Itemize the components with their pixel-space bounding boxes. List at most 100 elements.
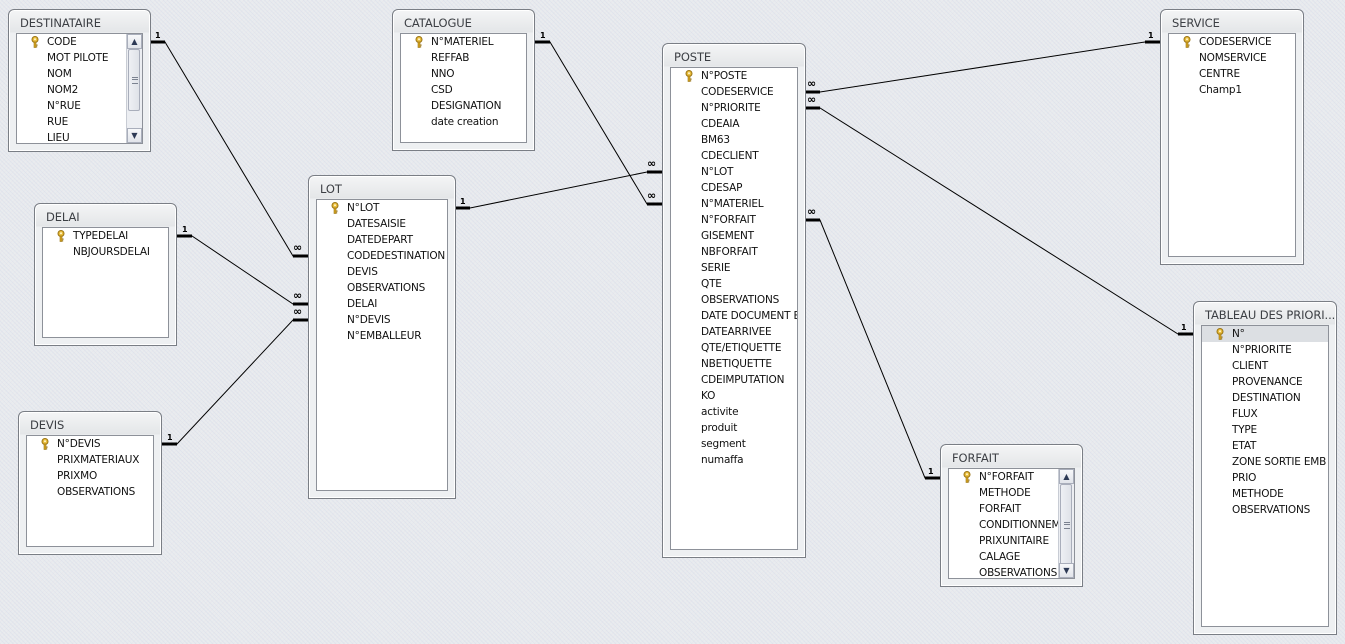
field-list[interactable]: N°LOT DATESAISIE DATEDEPART CODEDESTINATION… <box>316 199 448 491</box>
field-row[interactable]: N°DEVIS <box>317 312 447 328</box>
vertical-scrollbar[interactable]: ▲ ▼ <box>126 34 142 143</box>
field-row[interactable]: REFFAB <box>401 50 526 66</box>
field-row[interactable]: NBJOURSDELAI <box>43 244 168 260</box>
scrollbar-thumb[interactable] <box>1060 484 1072 566</box>
field-row[interactable]: CALAGE <box>949 549 1074 565</box>
field-list[interactable]: N°DEVIS PRIXMATERIAUX PRIXMO OBSERVATIONS <box>26 435 154 547</box>
field-row[interactable]: TYPEDELAI <box>43 228 168 244</box>
field-row[interactable]: CODESERVICE <box>1169 34 1295 50</box>
field-list[interactable]: N°FORFAIT METHODE FORFAIT CONDITIONNEM PRIXU… <box>948 468 1075 579</box>
field-list[interactable]: CODE MOT PILOTE NOM NOM2 N°RUE RUE LIEU ▲ ▼ <box>16 33 143 144</box>
field-row[interactable]: numaffa <box>671 452 797 468</box>
field-row[interactable]: OBSERVATIONS <box>317 280 447 296</box>
field-row[interactable]: NBETIQUETTE <box>671 356 797 372</box>
field-list[interactable]: N°POSTE CODESERVICE N°PRIORITE CDEAIA BM63 CD… <box>670 67 798 550</box>
field-row[interactable]: N°LOT <box>317 200 447 216</box>
field-row[interactable]: NOM2 <box>17 82 142 98</box>
field-row[interactable]: OBSERVATIONS <box>1202 502 1328 518</box>
field-row[interactable]: OBSERVATIONS <box>671 292 797 308</box>
field-row[interactable]: OBSERVATIONS <box>949 565 1074 578</box>
field-row[interactable]: NBFORFAIT <box>671 244 797 260</box>
field-row[interactable]: CENTRE <box>1169 66 1295 82</box>
field-row[interactable]: PRIXUNITAIRE <box>949 533 1074 549</box>
scroll-down-arrow-icon[interactable]: ▼ <box>1059 563 1074 578</box>
table-title[interactable]: DELAI <box>46 210 80 224</box>
table-title[interactable]: FORFAIT <box>952 451 999 465</box>
table-forfait[interactable]: FORFAIT N°FORFAIT METHODE FORFAIT CONDITION… <box>940 444 1083 587</box>
relationship-line-poste-tableau[interactable] <box>805 107 1193 335</box>
table-title[interactable]: SERVICE <box>1172 16 1220 30</box>
scroll-up-arrow-icon[interactable]: ▲ <box>1059 469 1074 484</box>
field-row[interactable]: QTE/ETIQUETTE <box>671 340 797 356</box>
field-row[interactable]: NOMSERVICE <box>1169 50 1295 66</box>
field-row[interactable]: N°RUE <box>17 98 142 114</box>
field-row[interactable]: FLUX <box>1202 406 1328 422</box>
field-row[interactable]: activite <box>671 404 797 420</box>
field-row[interactable]: CDESAP <box>671 180 797 196</box>
field-row[interactable]: MOT PILOTE <box>17 50 142 66</box>
field-row[interactable]: METHODE <box>1202 486 1328 502</box>
field-row[interactable]: N°DEVIS <box>27 436 153 452</box>
field-row[interactable]: Champ1 <box>1169 82 1295 98</box>
table-title[interactable]: DESTINATAIRE <box>20 16 101 30</box>
table-devis[interactable]: DEVIS N°DEVIS PRIXMATERIAUX PRIXMO OBSERVAT… <box>18 411 162 555</box>
field-row[interactable]: segment <box>671 436 797 452</box>
relationships-canvas[interactable]: 1 ∞ 1 ∞ 1 ∞ 1 ∞ 1 ∞ ∞ 1 ∞ 1 ∞ 1 DESTINAT… <box>0 0 1345 644</box>
field-row[interactable]: N°POSTE <box>671 68 797 84</box>
field-row[interactable]: N°MATERIEL <box>671 196 797 212</box>
field-row[interactable]: produit <box>671 420 797 436</box>
relationship-line-devis-lot[interactable] <box>162 319 308 445</box>
field-row[interactable]: N°MATERIEL <box>401 34 526 50</box>
table-lot[interactable]: LOT N°LOT DATESAISIE DATEDEPART CODEDESTINA… <box>308 175 456 499</box>
field-row[interactable]: DESIGNATION <box>401 98 526 114</box>
relationship-line-catalogue-poste[interactable] <box>535 41 662 205</box>
field-row[interactable]: RUE <box>17 114 142 130</box>
table-tableau-des-priorites[interactable]: TABLEAU DES PRIORI... N° N°PRIORITE CLIENT… <box>1193 301 1337 635</box>
field-row[interactable]: DATE DOCUMENT E <box>671 308 797 324</box>
field-row[interactable]: GISEMENT <box>671 228 797 244</box>
field-row[interactable]: CDEIMPUTATION <box>671 372 797 388</box>
field-row[interactable]: ETAT <box>1202 438 1328 454</box>
field-row[interactable]: PROVENANCE <box>1202 374 1328 390</box>
field-row[interactable]: NOM <box>17 66 142 82</box>
field-list[interactable]: N° N°PRIORITE CLIENT PROVENANCE DESTINATION F… <box>1201 325 1329 627</box>
field-row[interactable]: QTE <box>671 276 797 292</box>
field-row[interactable]: DEVIS <box>317 264 447 280</box>
field-row[interactable]: TYPE <box>1202 422 1328 438</box>
field-row[interactable]: DELAI <box>317 296 447 312</box>
relationship-line-lot-poste[interactable] <box>455 171 662 209</box>
field-list[interactable]: TYPEDELAI NBJOURSDELAI <box>42 227 169 338</box>
field-list[interactable]: CODESERVICE NOMSERVICE CENTRE Champ1 <box>1168 33 1296 257</box>
table-title[interactable]: LOT <box>320 182 342 196</box>
field-row[interactable]: N°FORFAIT <box>671 212 797 228</box>
field-row[interactable]: PRIXMO <box>27 468 153 484</box>
field-list[interactable]: N°MATERIEL REFFAB NNO CSD DESIGNATION date cr… <box>400 33 527 143</box>
table-title[interactable]: POSTE <box>674 50 711 64</box>
table-destinataire[interactable]: DESTINATAIRE CODE MOT PILOTE NOM NOM2 N°RUE R… <box>8 9 151 152</box>
table-title[interactable]: CATALOGUE <box>404 16 472 30</box>
field-row[interactable]: NNO <box>401 66 526 82</box>
field-row[interactable]: N°PRIORITE <box>1202 342 1328 358</box>
field-row[interactable]: OBSERVATIONS <box>27 484 153 500</box>
field-row[interactable]: N°EMBALLEUR <box>317 328 447 344</box>
field-row[interactable]: N°LOT <box>671 164 797 180</box>
field-row[interactable]: METHODE <box>949 485 1074 501</box>
field-row[interactable]: N°FORFAIT <box>949 469 1074 485</box>
field-row[interactable]: PRIO <box>1202 470 1328 486</box>
relationship-line-delai-lot[interactable] <box>177 235 308 305</box>
field-row[interactable]: DESTINATION <box>1202 390 1328 406</box>
field-row[interactable]: CDEAIA <box>671 116 797 132</box>
field-row[interactable]: CONDITIONNEM <box>949 517 1074 533</box>
scrollbar-thumb[interactable] <box>128 49 140 111</box>
field-row[interactable]: N°PRIORITE <box>671 100 797 116</box>
scroll-up-arrow-icon[interactable]: ▲ <box>127 34 142 49</box>
scroll-down-arrow-icon[interactable]: ▼ <box>127 128 142 143</box>
field-row[interactable]: CDECLIENT <box>671 148 797 164</box>
table-catalogue[interactable]: CATALOGUE N°MATERIEL REFFAB NNO CSD DESIGNAT… <box>392 9 535 151</box>
table-title[interactable]: TABLEAU DES PRIORI... <box>1205 308 1335 322</box>
field-row[interactable]: BM63 <box>671 132 797 148</box>
field-row[interactable]: CLIENT <box>1202 358 1328 374</box>
field-row[interactable]: LIEU <box>17 130 142 143</box>
field-row[interactable]: CSD <box>401 82 526 98</box>
field-row[interactable]: FORFAIT <box>949 501 1074 517</box>
